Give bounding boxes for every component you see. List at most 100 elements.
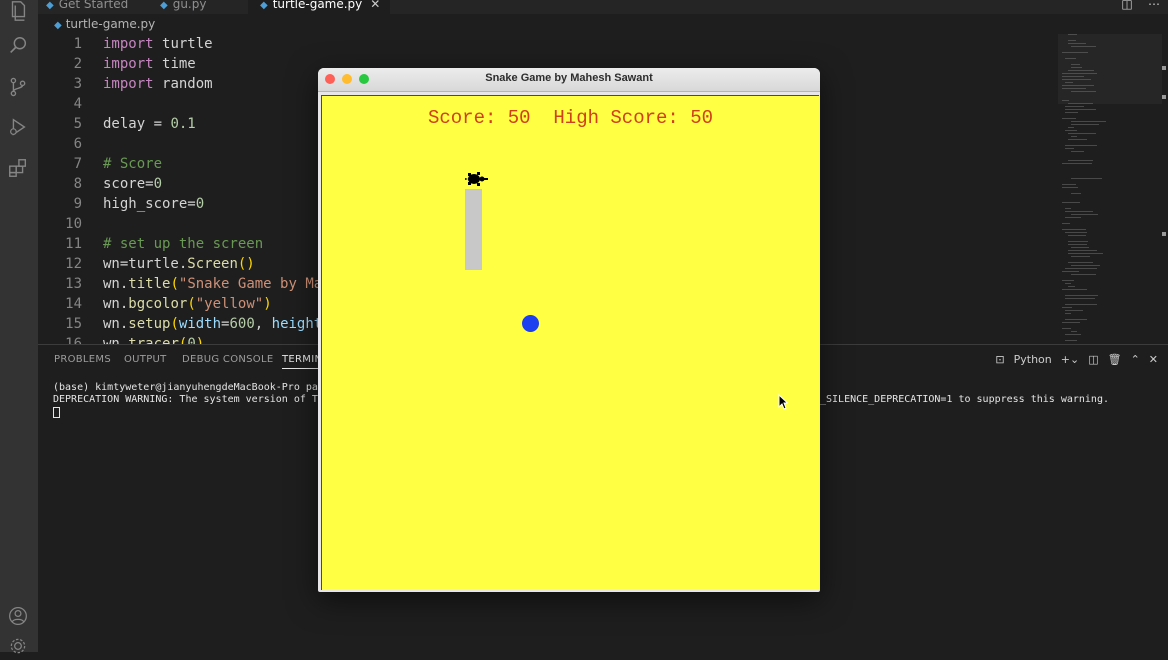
- minimap-line: [1068, 127, 1074, 128]
- source-control-icon[interactable]: [7, 76, 29, 98]
- line-number: 3: [73, 76, 82, 92]
- line-number: 1: [73, 36, 82, 52]
- minimap-line: [1071, 256, 1090, 257]
- minimap-line: [1065, 232, 1087, 233]
- minimap-line: [1068, 139, 1087, 140]
- minimap-line: [1065, 208, 1071, 209]
- tab-label: turtle-game.py: [272, 0, 363, 11]
- code-line-7: # Score: [103, 156, 163, 172]
- line-number: 12: [65, 256, 82, 272]
- settings-gear-icon[interactable]: [8, 636, 28, 656]
- minimap-line: [1062, 100, 1069, 101]
- vscode-icon: ◆: [46, 0, 54, 11]
- minimap-line: [1065, 112, 1078, 113]
- more-actions-icon[interactable]: ⋯: [1148, 0, 1160, 11]
- line-number: 9: [73, 196, 82, 212]
- editor-tab-bar: ◆ Get Started ◆ gu.py ◆ turtle-game.py ✕ ◫ ⋯: [38, 0, 1168, 14]
- code-line-13: wn.title("Snake Game by Mah: [103, 276, 331, 292]
- line-number: 2: [73, 56, 82, 72]
- tab-get-started[interactable]: ◆ Get Started: [46, 0, 156, 14]
- split-editor-icon[interactable]: ◫: [1121, 0, 1132, 11]
- minimap-line: [1065, 304, 1097, 305]
- explorer-icon[interactable]: [7, 0, 29, 22]
- minimap-line: [1065, 82, 1073, 83]
- minimap-line: [1071, 331, 1077, 332]
- minimap-line: [1071, 151, 1084, 152]
- editor-actions: ◫ ⋯: [1121, 0, 1160, 11]
- minimap-line: [1065, 145, 1097, 146]
- minimap[interactable]: [1058, 34, 1158, 344]
- minimap-line: [1068, 34, 1077, 35]
- minimap-line: [1062, 307, 1072, 308]
- kill-terminal-icon[interactable]: 🗑: [1108, 353, 1122, 366]
- line-number: 8: [73, 176, 82, 192]
- close-panel-icon[interactable]: ✕: [1149, 353, 1158, 366]
- tab-output[interactable]: OUTPUT: [124, 354, 167, 365]
- minimap-line: [1062, 73, 1097, 74]
- terminal-shell-label[interactable]: Python: [1014, 353, 1052, 366]
- minimap-line: [1062, 85, 1094, 86]
- minimap-line: [1071, 64, 1080, 65]
- snake-game-window[interactable]: Snake Game by Mahesh Sawant Score: 50 Hi…: [318, 68, 820, 592]
- minimap-line: [1068, 235, 1086, 236]
- minimap-line: [1065, 334, 1081, 335]
- minimap-line: [1065, 298, 1095, 299]
- minimap-line: [1065, 283, 1071, 284]
- tab-turtle-game-py[interactable]: ◆ turtle-game.py ✕: [248, 0, 390, 14]
- minimap-line: [1065, 268, 1097, 269]
- search-icon[interactable]: [7, 35, 29, 57]
- minimap-line: [1068, 286, 1075, 287]
- line-number: 10: [65, 216, 82, 232]
- game-canvas[interactable]: Score: 50 High Score: 50: [321, 95, 819, 590]
- new-terminal-icon[interactable]: +⌄: [1061, 353, 1079, 366]
- minimap-line: [1071, 136, 1077, 137]
- python-file-icon: ◆: [160, 0, 168, 11]
- score-display: Score: 50 High Score: 50: [427, 107, 714, 129]
- run-debug-icon[interactable]: [7, 116, 29, 138]
- minimap-line: [1065, 148, 1074, 149]
- python-file-icon: ◆: [260, 0, 268, 11]
- terminal-cursor: [53, 407, 60, 418]
- minimap-line: [1068, 43, 1086, 44]
- code-line-2: import time: [103, 56, 196, 72]
- tab-debug-console[interactable]: DEBUG CONSOLE: [182, 354, 273, 365]
- minimap-line: [1068, 70, 1094, 71]
- terminal-shell-icon: ⊡: [995, 353, 1005, 366]
- window-titlebar[interactable]: Snake Game by Mahesh Sawant: [318, 68, 820, 92]
- breadcrumb[interactable]: ◆ turtle-game.py: [54, 17, 155, 31]
- line-number: 11: [65, 236, 82, 252]
- code-line-8: score=0: [103, 176, 163, 192]
- code-line-3: import random: [103, 76, 213, 92]
- minimap-line: [1065, 313, 1071, 314]
- close-tab-icon[interactable]: ✕: [370, 0, 380, 11]
- snake-body-segment: [465, 189, 482, 270]
- minimap-line: [1062, 202, 1080, 203]
- snake-head-turtle-icon: [465, 172, 488, 186]
- minimap-line: [1065, 58, 1076, 59]
- split-terminal-icon[interactable]: ◫: [1088, 353, 1098, 366]
- terminal-line-continued: _SILENCE_DEPRECATION=1 to suppress this …: [820, 394, 1109, 405]
- minimap-line: [1071, 46, 1096, 47]
- extensions-icon[interactable]: [7, 157, 29, 179]
- breadcrumb-file: turtle-game.py: [65, 17, 156, 31]
- mouse-cursor-icon: [778, 394, 788, 410]
- minimap-line: [1068, 103, 1093, 104]
- minimap-line: [1068, 133, 1096, 134]
- minimap-line: [1062, 280, 1074, 281]
- minimap-line: [1062, 52, 1088, 53]
- tab-gu-py[interactable]: ◆ gu.py: [160, 0, 248, 14]
- code-line-1: import turtle: [103, 36, 213, 52]
- minimap-line: [1065, 310, 1083, 311]
- minimap-line: [1065, 109, 1096, 110]
- minimap-line: [1068, 40, 1076, 41]
- minimap-line: [1062, 79, 1091, 80]
- minimap-line: [1071, 193, 1081, 194]
- tab-problems[interactable]: PROBLEMS: [54, 354, 111, 365]
- account-icon[interactable]: [8, 606, 28, 626]
- code-line-16: wn.tracer(0): [103, 336, 205, 344]
- minimap-line: [1062, 163, 1092, 164]
- minimap-line: [1071, 247, 1089, 248]
- maximize-panel-icon[interactable]: ⌃: [1131, 353, 1140, 366]
- panel-toolbar: ⊡ Python +⌄ ◫ 🗑 ⌃ ✕: [995, 353, 1158, 366]
- food-dot: [522, 315, 539, 332]
